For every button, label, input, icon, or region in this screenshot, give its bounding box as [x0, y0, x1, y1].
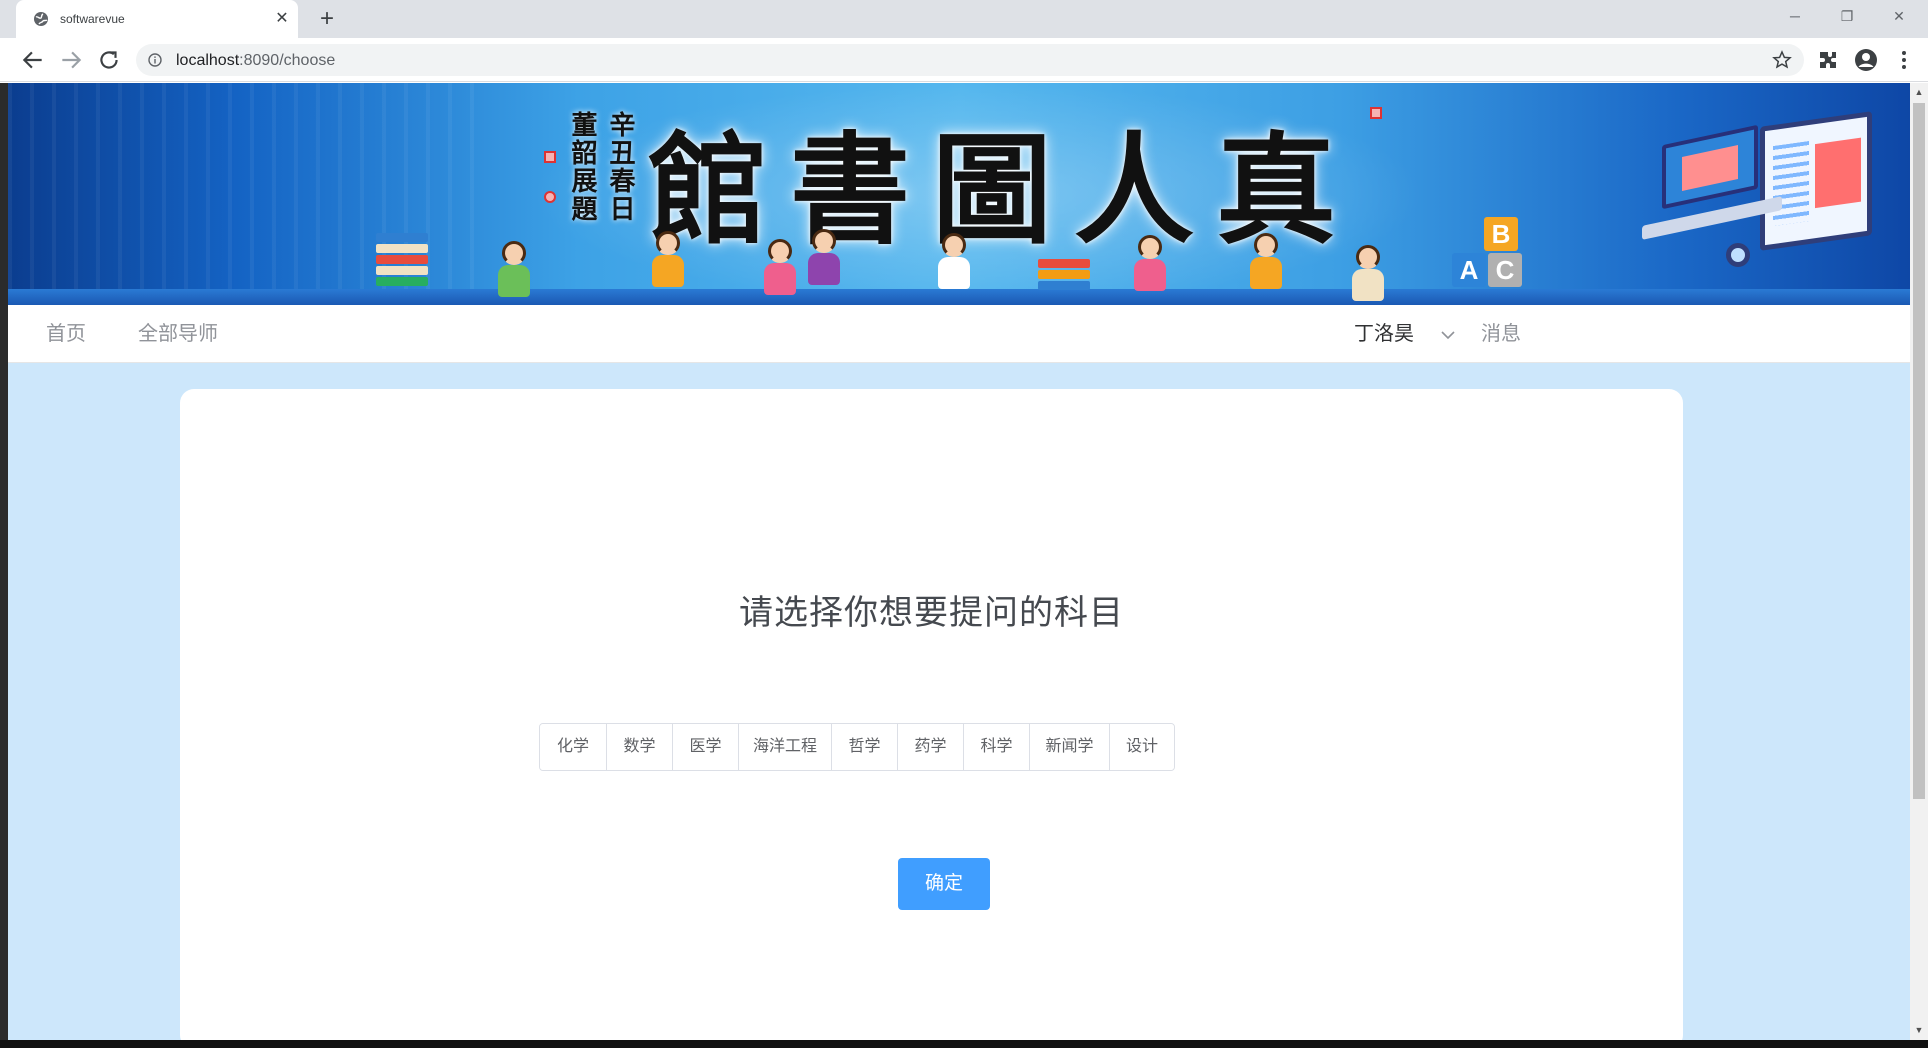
forward-icon[interactable] [58, 47, 84, 73]
reading-child-icon [1130, 235, 1170, 293]
info-icon[interactable] [148, 53, 162, 67]
page-scrollbar[interactable]: ▲ ▼ [1910, 83, 1928, 1040]
window-close-icon[interactable]: ✕ [1874, 0, 1924, 32]
user-dropdown[interactable]: 丁洛昊 [1354, 305, 1464, 363]
seal-icon [544, 191, 556, 203]
reading-child-icon [648, 231, 688, 289]
top-navbar: 首页 全部导师 丁洛昊 消息 [8, 305, 1910, 363]
scroll-up-icon[interactable]: ▲ [1914, 87, 1924, 97]
banner-floor [8, 289, 1910, 305]
taskbar-edge [0, 1040, 1928, 1048]
books-icon [376, 233, 428, 288]
magnifier-icon [1726, 243, 1750, 267]
left-edge [0, 83, 8, 1040]
restore-icon[interactable]: ❐ [1822, 0, 1872, 32]
browser-tab[interactable]: softwarevue ✕ [16, 0, 298, 38]
subject-option[interactable]: 化学 [540, 724, 606, 770]
browser-window: softwarevue ✕ + ─ ❐ ✕ localhost:8090/cho… [0, 0, 1928, 1048]
banner-signature-date: 辛丑春日 [605, 111, 635, 223]
profile-icon[interactable] [1854, 48, 1878, 72]
page-title: 请选择你想要提问的科目 [739, 594, 1124, 632]
plus-icon[interactable]: + [314, 6, 340, 32]
nav-home[interactable]: 首页 [46, 305, 86, 363]
scroll-thumb[interactable] [1913, 103, 1925, 799]
subject-option[interactable]: 新闻学 [1029, 724, 1109, 770]
subject-option[interactable]: 设计 [1109, 724, 1174, 770]
subject-option[interactable]: 海洋工程 [738, 724, 831, 770]
books-icon [1038, 259, 1090, 292]
reading-child-icon [760, 239, 800, 297]
computer-illustration [1628, 93, 1908, 303]
subject-radio-group: 化学 数学 医学 海洋工程 哲学 药学 科学 新闻学 设计 [539, 723, 1175, 771]
nav-messages[interactable]: 消息 [1481, 305, 1521, 363]
minimize-icon[interactable]: ─ [1770, 0, 1820, 32]
url-text: localhost:8090/choose [176, 52, 335, 70]
menu-icon[interactable] [1892, 48, 1916, 72]
letter-block-icon: C [1488, 253, 1522, 287]
subject-option[interactable]: 药学 [897, 724, 963, 770]
username: 丁洛昊 [1354, 323, 1414, 345]
tab-title: softwarevue [60, 12, 125, 26]
url-path: :8090/choose [239, 52, 336, 69]
subject-option[interactable]: 哲学 [831, 724, 897, 770]
close-icon[interactable]: ✕ [272, 9, 292, 29]
scroll-down-icon[interactable]: ▼ [1914, 1025, 1924, 1035]
browser-toolbar: localhost:8090/choose [0, 38, 1928, 82]
subject-selection-card: 请选择你想要提问的科目 化学 数学 医学 海洋工程 哲学 药学 科学 新闻学 设… [180, 389, 1683, 1040]
reading-child-icon [494, 241, 534, 299]
subject-option[interactable]: 医学 [672, 724, 738, 770]
url-host: localhost [176, 52, 240, 69]
nav-all-mentors[interactable]: 全部导师 [138, 305, 218, 363]
reading-child-icon [804, 229, 844, 287]
subject-option[interactable]: 科学 [963, 724, 1029, 770]
seal-icon [544, 151, 556, 163]
globe-icon [34, 12, 48, 26]
reading-child-icon [934, 233, 974, 291]
letter-block-icon: B [1484, 217, 1518, 251]
subject-option[interactable]: 数学 [606, 724, 672, 770]
back-icon[interactable] [20, 47, 46, 73]
extensions-icon[interactable] [1816, 48, 1840, 72]
reload-icon[interactable] [96, 47, 122, 73]
banner-signature-name: 董韶展題 [567, 111, 597, 223]
tab-strip: softwarevue ✕ + ─ ❐ ✕ [0, 0, 1928, 38]
reading-child-icon [1348, 245, 1388, 303]
header-banner: 辛丑春日 董韶展題 館書圖人真 B C A [8, 83, 1910, 305]
seal-icon [1370, 107, 1382, 119]
letter-block-icon: A [1452, 253, 1486, 287]
chevron-down-icon [1441, 331, 1455, 340]
star-icon[interactable] [1772, 50, 1792, 70]
banner-calligraphy-title: 館書圖人真 [648, 120, 1358, 261]
page-viewport: 辛丑春日 董韶展題 館書圖人真 B C A 首页 全部导师 丁洛昊 消息 请选择… [8, 83, 1910, 1040]
reading-child-icon [1246, 233, 1286, 291]
address-bar[interactable]: localhost:8090/choose [136, 44, 1804, 76]
confirm-button[interactable]: 确定 [898, 858, 990, 910]
